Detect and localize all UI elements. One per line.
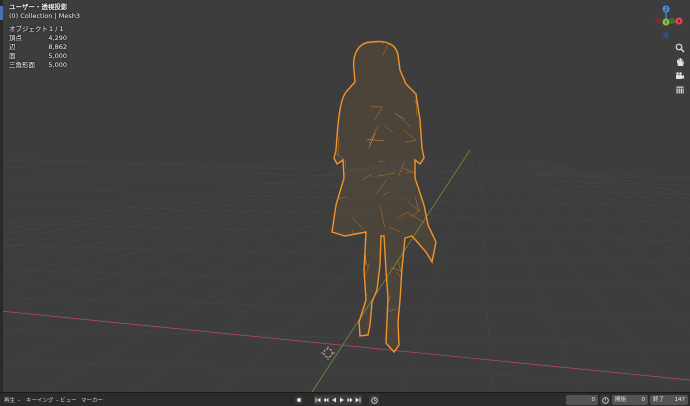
prev-keyframe-icon [323,397,329,403]
stat-label: 頂点 [9,34,22,42]
stat-label: 面 [9,52,16,60]
play-reverse-icon [332,397,336,403]
end-value: 147 [674,397,686,403]
grid-line [510,159,690,229]
menu-view[interactable]: ビュー [60,396,77,404]
3d-viewport[interactable]: ユーザー・透視投影 (0) Collection | Mesh3 オブジェクト 1… [0,0,690,392]
start-value: 0 [641,397,646,403]
grid-line [0,362,690,381]
stat-row: 頂点 4,290 [9,34,80,43]
next-keyframe-button[interactable] [346,395,354,405]
stat-value: 4,290 [48,34,67,42]
current-frame-field[interactable]: 0 [566,395,598,405]
sync-mode-button[interactable] [369,395,379,405]
auto-keying-button[interactable] [295,396,303,404]
start-label: 開始 [615,397,627,403]
jump-start-button[interactable] [314,395,322,405]
play-icon [340,397,344,403]
view-name: ユーザー・透視投影 [9,3,68,11]
preview-range-button[interactable] [600,395,610,405]
grid-line [0,297,690,317]
menu-playback[interactable]: 再生 ⌄ [4,396,21,405]
stat-label: オブジェクト [9,25,48,33]
grid-line [0,328,690,347]
navigation-gizmo[interactable]: Z X Y [650,2,688,42]
next-keyframe-icon [347,397,353,403]
stat-value: 5,000 [48,61,67,69]
stat-label: 三角形面 [9,61,35,69]
stat-value: 1 / 1 [49,25,64,33]
menu-marker[interactable]: マーカー [81,396,103,404]
end-frame-field[interactable]: 終了 147 [650,395,688,405]
zoom-icon[interactable] [674,42,686,54]
grid-line [532,159,690,196]
grid-line [487,159,673,392]
grid-line [0,269,690,289]
camera-icon[interactable] [674,70,686,82]
end-label: 終了 [653,397,665,403]
y-axis-letter: Y [664,20,668,26]
collection-label: (0) Collection | Mesh3 [9,12,80,20]
neg-x-axis-handle[interactable] [655,18,661,24]
menu-label: ビュー [60,398,77,404]
jump-start-icon [315,397,321,403]
play-button[interactable] [338,395,346,405]
current-frame-value: 0 [591,397,596,403]
stat-value: 8,862 [48,43,67,51]
grid-line [523,159,690,205]
neg-y-axis-handle[interactable] [669,18,675,24]
grid-line [478,159,493,392]
mesh-wireframe-figure[interactable] [330,40,437,354]
jump-end-icon [355,397,361,403]
clock-icon [601,396,609,404]
stat-label: 辺 [9,43,16,51]
start-frame-field[interactable]: 開始 0 [612,395,648,405]
grid-line [528,159,690,200]
menu-label: キーイング [26,398,54,404]
stat-row: 三角形面 5,000 [9,61,80,70]
x-axis-line [0,310,690,381]
play-reverse-button[interactable] [330,395,338,405]
toolbar-edge [0,0,3,392]
x-axis-letter: X [677,19,680,25]
grid-ortho-icon[interactable] [674,84,686,96]
prev-keyframe-button[interactable] [322,395,330,405]
grid-line [0,244,690,264]
playback-controls [314,395,362,405]
active-tool-marker [0,6,3,20]
chevron-down-icon: ⌄ [55,397,60,403]
grid-line [496,159,690,287]
menu-keying[interactable]: キーイング ⌄ [26,396,60,405]
hand-pan-icon[interactable] [674,56,686,68]
menu-label: 再生 [4,398,16,404]
grid-line [519,159,690,211]
timeline-header: 再生 ⌄ キーイング ⌄ ビュー マーカー 0 開始 0 終了 147 [0,392,690,406]
scene-canvas[interactable] [0,0,690,392]
grid-line [501,159,690,260]
grid-line [505,159,690,242]
viewport-info-overlay: ユーザー・透視投影 (0) Collection | Mesh3 オブジェクト 1… [9,3,80,70]
3d-cursor[interactable] [321,346,335,360]
stat-row: 面 5,000 [9,52,80,61]
z-axis-letter: Z [664,7,667,13]
stat-row: オブジェクト 1 / 1 [9,25,80,34]
clock-icon [370,396,378,404]
stat-value: 5,000 [48,52,67,60]
jump-end-button[interactable] [354,395,362,405]
menu-label: マーカー [81,398,104,404]
stat-row: 辺 8,862 [9,43,80,52]
neg-z-axis-handle[interactable] [663,32,669,38]
chevron-down-icon: ⌄ [17,397,21,403]
grid-line [492,159,690,331]
